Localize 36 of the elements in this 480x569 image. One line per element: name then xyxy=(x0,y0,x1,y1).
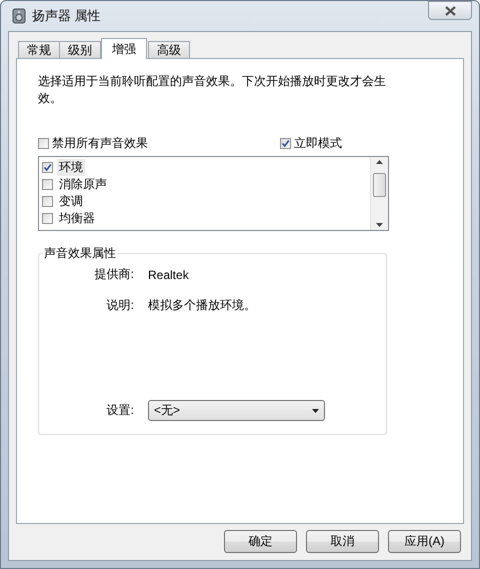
option-label: 禁用所有声音效果 xyxy=(52,134,148,152)
scroll-up-arrow-icon[interactable] xyxy=(376,160,383,164)
checkbox[interactable] xyxy=(42,179,53,190)
scroll-thumb[interactable] xyxy=(373,172,386,196)
setting-dropdown[interactable]: <无> xyxy=(148,400,325,421)
tab[interactable]: 高级 xyxy=(148,41,190,59)
checkbox[interactable] xyxy=(42,162,53,173)
checkbox[interactable] xyxy=(42,213,53,224)
provider-label: 提供商: xyxy=(94,266,134,283)
checkbox[interactable] xyxy=(280,138,291,148)
window-title: 扬声器 属性 xyxy=(32,7,101,25)
effect-description: 模拟多个播放环境。 xyxy=(148,297,257,314)
setting-label: 设置: xyxy=(106,402,134,419)
scroll-down-arrow-icon[interactable] xyxy=(376,223,383,227)
description-text: 选择适用于当前聆听配置的声音效果。下次开始播放时更改才会生效。 xyxy=(38,73,387,107)
dialog-button[interactable]: 确定 xyxy=(224,530,297,553)
effect-item[interactable]: 消除原声 xyxy=(57,176,109,193)
provider-value: Realtek xyxy=(148,268,190,282)
tab[interactable]: 常规 xyxy=(18,41,60,59)
checkbox[interactable] xyxy=(42,196,53,207)
checkbox[interactable] xyxy=(38,138,49,148)
tab[interactable]: 增强 xyxy=(101,38,147,59)
option-label: 立即模式 xyxy=(294,134,342,152)
dialog-button[interactable]: 取消 xyxy=(306,530,379,553)
description-label: 说明: xyxy=(106,297,134,314)
dialog-button[interactable]: 应用(A) xyxy=(388,530,461,553)
scrollbar[interactable] xyxy=(370,157,388,230)
close-button[interactable] xyxy=(428,1,472,20)
effect-item[interactable]: 环境 xyxy=(57,159,85,176)
dropdown-arrow-icon xyxy=(312,408,319,412)
effect-item[interactable]: 均衡器 xyxy=(57,210,97,227)
tab[interactable]: 级别 xyxy=(59,41,101,59)
effect-item[interactable]: 变调 xyxy=(57,193,85,210)
close-icon xyxy=(444,6,456,16)
speaker-icon xyxy=(12,8,26,24)
group-title: 声音效果属性 xyxy=(42,245,118,262)
